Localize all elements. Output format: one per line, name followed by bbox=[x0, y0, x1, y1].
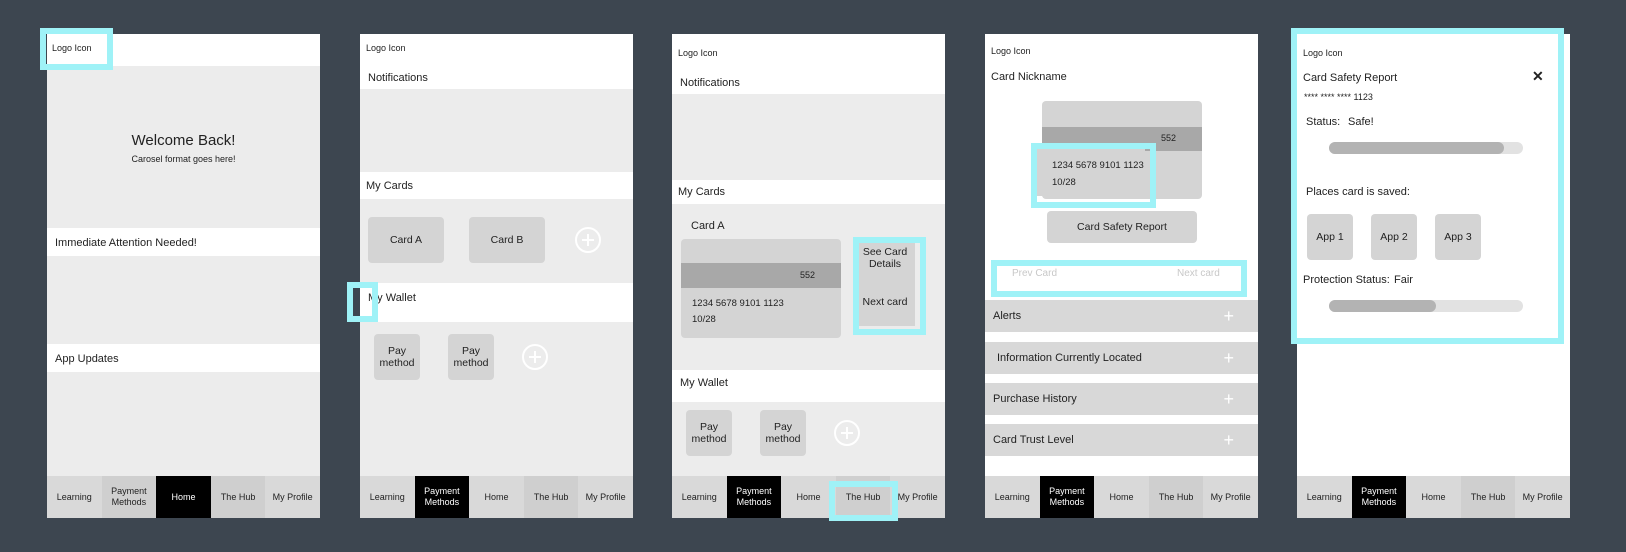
add-pay-method-icon[interactable] bbox=[834, 420, 860, 446]
accordion-alerts[interactable]: Alerts + bbox=[985, 300, 1258, 332]
nav-home[interactable]: Home bbox=[469, 476, 524, 518]
nav-payment-methods[interactable]: Payment Methods bbox=[726, 476, 782, 518]
attention-panel bbox=[47, 256, 320, 344]
nav-learning[interactable]: Learning bbox=[985, 476, 1040, 518]
expand-plus-icon[interactable]: + bbox=[1223, 390, 1234, 408]
nav-home[interactable]: Home bbox=[1406, 476, 1461, 518]
nav-the-hub[interactable]: The Hub bbox=[523, 476, 579, 518]
nav-the-hub[interactable]: The Hub bbox=[210, 476, 266, 518]
card-stripe bbox=[681, 263, 841, 288]
bottom-nav: Learning Payment Methods Home The Hub My… bbox=[1297, 476, 1570, 518]
my-cards-heading: My Cards bbox=[678, 186, 726, 198]
bottom-nav: Learning Payment Methods Home The Hub My… bbox=[47, 476, 320, 518]
card-a-button[interactable]: Card A bbox=[368, 217, 444, 263]
accordion-purchase-history[interactable]: Purchase History + bbox=[985, 383, 1258, 415]
nav-learning[interactable]: Learning bbox=[672, 476, 727, 518]
highlight-safety-report bbox=[1291, 28, 1564, 344]
highlight-wallet-marker bbox=[347, 282, 378, 322]
nav-my-profile[interactable]: My Profile bbox=[1203, 476, 1258, 518]
accordion-card-trust-level[interactable]: Card Trust Level + bbox=[985, 424, 1258, 456]
logo-icon[interactable]: Logo Icon bbox=[678, 48, 718, 58]
accordion-label: Alerts bbox=[993, 310, 1022, 322]
pay-method-1-button[interactable]: Pay method bbox=[374, 334, 420, 380]
expand-plus-icon[interactable]: + bbox=[1223, 431, 1234, 449]
accordion-label: Information Currently Located bbox=[997, 352, 1142, 364]
highlight-logo bbox=[40, 28, 113, 70]
screen-payment-methods: Logo Icon Notifications My Cards Card A … bbox=[360, 34, 633, 518]
notifications-heading: Notifications bbox=[680, 77, 740, 89]
nav-the-hub[interactable]: The Hub bbox=[1148, 476, 1204, 518]
my-cards-heading: My Cards bbox=[366, 180, 414, 192]
expand-plus-icon[interactable]: + bbox=[1223, 307, 1234, 325]
nav-payment-methods[interactable]: Payment Methods bbox=[101, 476, 157, 518]
screen-home: Logo Icon Welcome Back! Carosel format g… bbox=[47, 34, 320, 518]
nav-payment-methods[interactable]: Payment Methods bbox=[1039, 476, 1095, 518]
nav-learning[interactable]: Learning bbox=[47, 476, 102, 518]
nav-my-profile[interactable]: My Profile bbox=[1515, 476, 1570, 518]
expand-plus-icon[interactable]: + bbox=[1223, 349, 1234, 367]
nav-my-profile[interactable]: My Profile bbox=[265, 476, 320, 518]
card-a-heading: Card A bbox=[691, 220, 725, 232]
card-cvv: 552 bbox=[800, 270, 816, 280]
card-safety-report-button[interactable]: Card Safety Report bbox=[1047, 211, 1197, 243]
accordion-information-located[interactable]: Information Currently Located + bbox=[985, 342, 1258, 374]
bottom-nav: Learning Payment Methods Home The Hub My… bbox=[985, 476, 1258, 518]
pay-method-2-button[interactable]: Pay method bbox=[760, 410, 806, 456]
nav-the-hub[interactable]: The Hub bbox=[1460, 476, 1516, 518]
card-expiry: 10/28 bbox=[692, 314, 716, 325]
notifications-heading: Notifications bbox=[368, 72, 428, 84]
nav-learning[interactable]: Learning bbox=[360, 476, 415, 518]
highlight-card-number bbox=[1031, 143, 1156, 208]
nav-payment-methods[interactable]: Payment Methods bbox=[1351, 476, 1407, 518]
nav-my-profile[interactable]: My Profile bbox=[890, 476, 945, 518]
accordion-label: Card Trust Level bbox=[993, 434, 1074, 446]
my-wallet-heading: My Wallet bbox=[680, 377, 728, 389]
nav-home[interactable]: Home bbox=[156, 476, 211, 518]
card-cvv: 552 bbox=[1161, 133, 1177, 143]
pay-method-2-button[interactable]: Pay method bbox=[448, 334, 494, 380]
attention-heading: Immediate Attention Needed! bbox=[55, 237, 197, 249]
logo-icon[interactable]: Logo Icon bbox=[991, 46, 1031, 56]
carousel-note: Carosel format goes here! bbox=[131, 154, 236, 164]
card-b-button[interactable]: Card B bbox=[469, 217, 545, 263]
notifications-panel bbox=[672, 94, 945, 180]
updates-panel bbox=[47, 372, 320, 476]
bottom-nav: Learning Payment Methods Home The Hub My… bbox=[360, 476, 633, 518]
card-number: 1234 5678 9101 1123 bbox=[692, 298, 784, 309]
add-card-icon[interactable] bbox=[575, 227, 601, 253]
highlight-nav-hub bbox=[829, 481, 898, 521]
logo-icon[interactable]: Logo Icon bbox=[366, 43, 406, 53]
card-nickname: Card Nickname bbox=[991, 71, 1067, 83]
notifications-panel bbox=[360, 89, 633, 172]
highlight-card-actions bbox=[853, 237, 926, 335]
updates-heading: App Updates bbox=[55, 353, 119, 365]
nav-payment-methods[interactable]: Payment Methods bbox=[414, 476, 470, 518]
pay-method-1-button[interactable]: Pay method bbox=[686, 410, 732, 456]
highlight-card-pager bbox=[991, 260, 1247, 297]
nav-home[interactable]: Home bbox=[781, 476, 836, 518]
welcome-title: Welcome Back! bbox=[131, 132, 236, 149]
nav-learning[interactable]: Learning bbox=[1297, 476, 1352, 518]
accordion-label: Purchase History bbox=[993, 393, 1077, 405]
add-pay-method-icon[interactable] bbox=[522, 344, 548, 370]
bottom-nav: Learning Payment Methods Home The Hub My… bbox=[672, 476, 945, 518]
nav-home[interactable]: Home bbox=[1094, 476, 1149, 518]
nav-my-profile[interactable]: My Profile bbox=[578, 476, 633, 518]
